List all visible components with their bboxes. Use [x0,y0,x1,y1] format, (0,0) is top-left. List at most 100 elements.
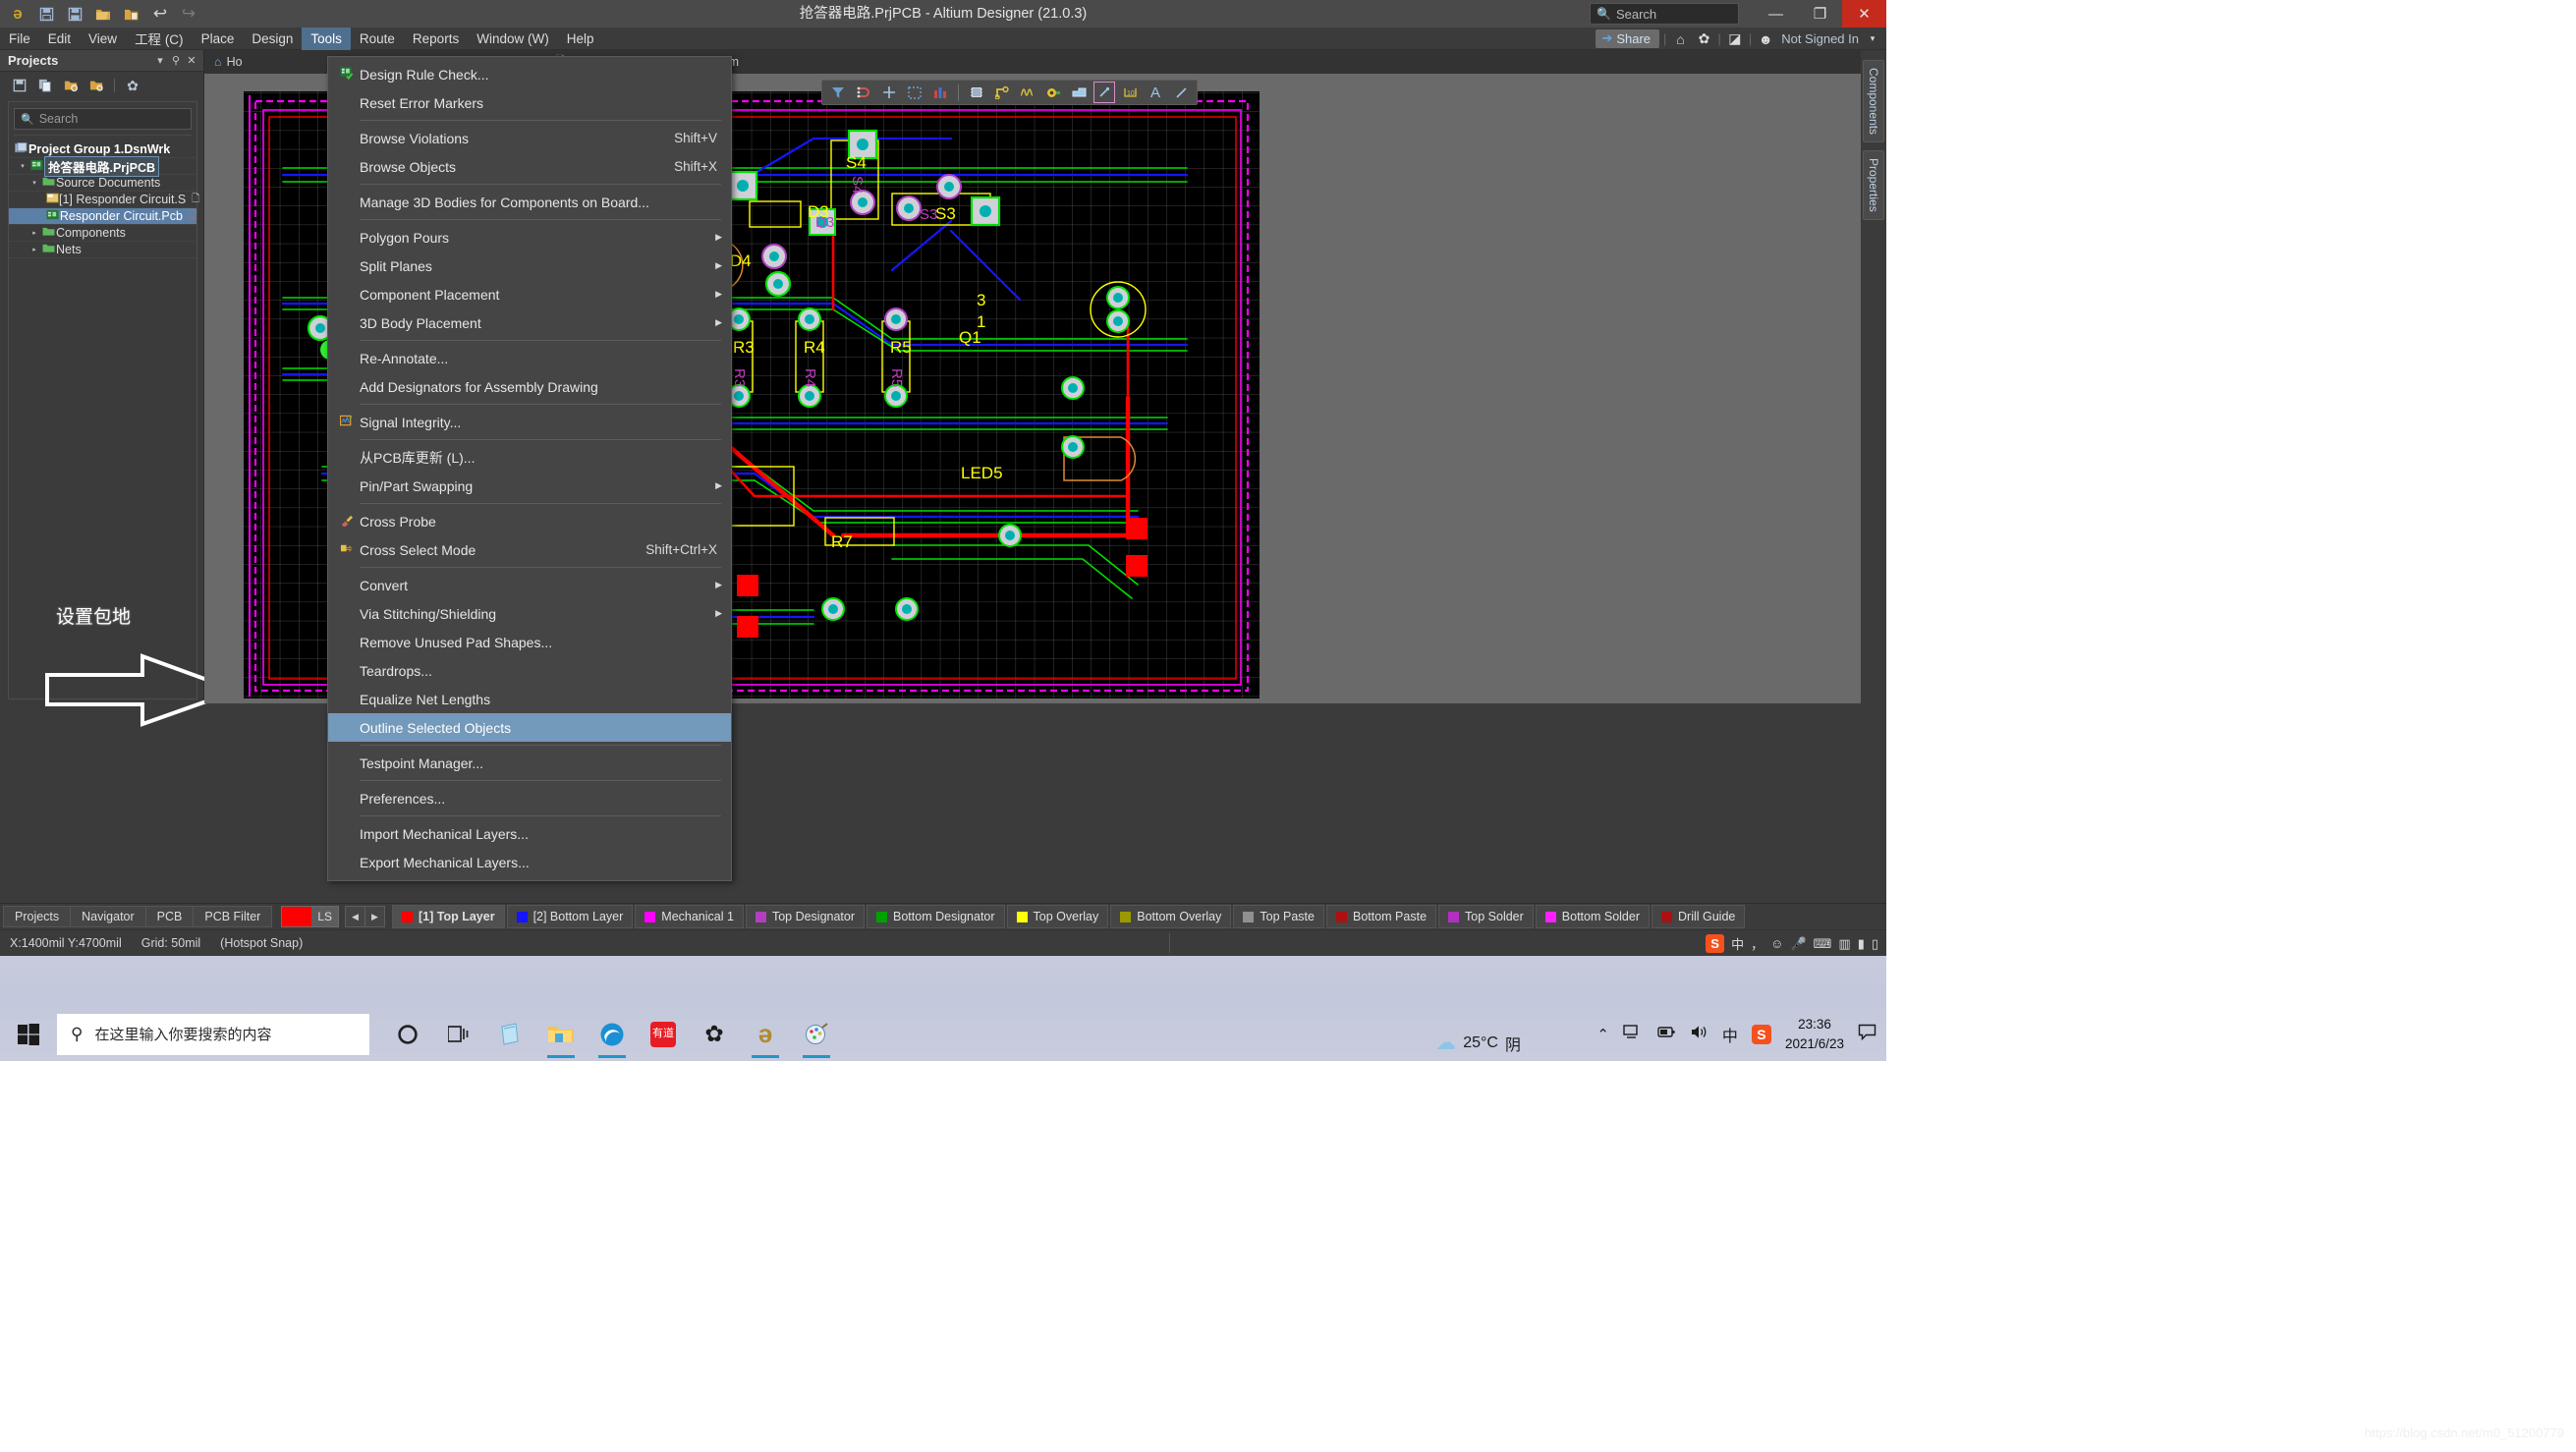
menu-item-cross-select-mode[interactable]: Cross Select Mode Shift+Ctrl+X [328,535,731,564]
save-all-icon[interactable] [62,2,87,26]
panel-tab-pcb[interactable]: PCB [144,906,195,927]
tools-dropdown-menu[interactable]: Design Rule Check... Reset Error Markers… [327,56,732,881]
notification-icon[interactable] [1858,1024,1876,1044]
save-project-icon[interactable] [12,78,28,93]
settings-gear-icon[interactable]: ✿ [694,1010,735,1059]
place-via-icon[interactable] [1042,82,1064,103]
voice-input-icon[interactable]: 🎤 [1790,936,1806,952]
menu-item-via-stitching-shielding[interactable]: Via Stitching/Shielding ▶ [328,599,731,628]
menu-item-manage-3d-bodies[interactable]: Manage 3D Bodies for Components on Board… [328,188,731,216]
chevron-down-icon[interactable]: ▾ [28,179,40,187]
menu-window[interactable]: Window (W) [468,28,558,50]
interactive-length-tuning-icon[interactable] [1017,82,1038,103]
menu-view[interactable]: View [80,28,126,50]
network-icon[interactable] [1623,1024,1642,1044]
menu-item-browse-violations[interactable]: Browse Violations Shift+V [328,124,731,152]
keyboard-icon[interactable]: ⌨ [1814,936,1832,952]
redo-icon[interactable]: ↪ [176,2,201,26]
open-project-icon[interactable] [119,2,144,26]
chevron-right-icon[interactable]: ▸ [28,246,40,253]
place-string-icon[interactable]: A [1145,82,1166,103]
layer-tab-drill-guide[interactable]: Drill Guide [1652,905,1746,928]
sogou-logo-icon[interactable]: S [1706,934,1725,953]
save-icon[interactable] [33,2,59,26]
chevron-down-icon[interactable]: ▾ [1863,33,1882,44]
battery-icon[interactable] [1655,1026,1676,1043]
layer-tab-top-paste[interactable]: Top Paste [1233,905,1324,928]
menu-item-update-from-pcb-library[interactable]: 从PCB库更新 (L)... [328,443,731,472]
menu-item-re-annotate[interactable]: Re-Annotate... [328,344,731,372]
undo-icon[interactable]: ↩ [147,2,173,26]
chevron-down-icon[interactable]: ▾ [17,162,28,170]
punctuation-icon[interactable]: ， [1751,934,1764,953]
minimize-button[interactable]: — [1754,0,1798,28]
volume-icon[interactable] [1690,1025,1708,1043]
scroll-left-button[interactable]: ◀ [345,906,365,927]
current-layer-color-box[interactable]: LS [281,906,339,927]
sogou-tray-icon[interactable]: S [1751,1024,1771,1044]
tree-item-project[interactable]: ▾ 抢答器电路.PrjPCB [9,155,196,177]
place-fill-icon[interactable] [1068,82,1090,103]
tab-properties[interactable]: Properties [1863,150,1884,220]
youdao-dict-icon[interactable]: 有道 [643,1010,684,1059]
place-component-icon[interactable] [966,82,987,103]
chevron-right-icon[interactable]: ▸ [28,229,40,237]
tree-item-nets[interactable]: ▸ Nets [9,242,196,258]
layer-tab-bottom-solder[interactable]: Bottom Solder [1535,905,1651,928]
more-icon[interactable]: ▯ [1872,936,1878,952]
share-button[interactable]: ➔ Share [1596,29,1660,48]
menu-design[interactable]: Design [243,28,302,50]
menu-item-component-placement[interactable]: Component Placement ▶ [328,280,731,308]
windows-start-icon[interactable] [0,1007,57,1061]
tree-item-source-documents[interactable]: ▾ Source Documents [9,175,196,192]
menu-item-reset-error-markers[interactable]: Reset Error Markers [328,88,731,117]
notifications-icon[interactable]: ◪ [1725,30,1745,47]
menu-place[interactable]: Place [193,28,244,50]
account-icon[interactable]: ☻ [1756,31,1775,47]
layer-tab-top-solder[interactable]: Top Solder [1438,905,1534,928]
crosshair-icon[interactable] [878,82,900,103]
tab-home[interactable]: ⌂ Ho [204,50,265,74]
menu-item-equalize-net-lengths[interactable]: Equalize Net Lengths [328,685,731,713]
filter-icon[interactable] [827,82,849,103]
menu-item-signal-integrity[interactable]: Signal Integrity... [328,408,731,436]
project-options-folder-icon[interactable] [88,78,104,93]
altium-designer-icon[interactable]: ə [745,1010,786,1059]
menu-item-remove-unused-pad-shapes[interactable]: Remove Unused Pad Shapes... [328,628,731,656]
layer-tab-bottom-layer[interactable]: [2] Bottom Layer [506,905,634,928]
menu-item-split-planes[interactable]: Split Planes ▶ [328,251,731,280]
toolbox-icon[interactable]: ▮ [1858,936,1865,952]
place-line-icon[interactable] [1093,82,1115,103]
open-folder-icon[interactable] [90,2,116,26]
menu-item-convert[interactable]: Convert ▶ [328,571,731,599]
panel-tab-pcb-filter[interactable]: PCB Filter [193,906,273,927]
layer-tab-top-overlay[interactable]: Top Overlay [1006,905,1109,928]
gear-icon[interactable]: ✿ [1694,30,1713,47]
layer-tab-top-layer[interactable]: [1] Top Layer [392,905,505,928]
cortana-icon[interactable] [387,1010,428,1059]
menu-file[interactable]: File [0,28,39,50]
route-track-icon[interactable] [991,82,1013,103]
menu-item-add-designators[interactable]: Add Designators for Assembly Drawing [328,372,731,401]
global-search-box[interactable]: 🔍 Search [1590,3,1739,25]
layer-stack-icon[interactable] [929,82,951,103]
menu-item-cross-probe[interactable]: Cross Probe [328,507,731,535]
maximize-button[interactable]: ❐ [1798,0,1842,28]
layer-tab-bottom-paste[interactable]: Bottom Paste [1325,905,1437,928]
layer-tab-bottom-overlay[interactable]: Bottom Overlay [1110,905,1232,928]
tree-item-components[interactable]: ▸ Components [9,225,196,242]
panel-tab-navigator[interactable]: Navigator [70,906,146,927]
show-hidden-icons-icon[interactable]: ⌃ [1596,1026,1609,1043]
pin-icon[interactable]: ⚲ [168,54,184,67]
chinese-mode-icon[interactable]: 中 [1731,934,1744,953]
ime-chinese-icon[interactable]: 中 [1722,1023,1738,1046]
close-icon[interactable]: ✕ [184,54,199,67]
emoji-icon[interactable]: ☺ [1770,936,1783,951]
tree-item-schematic-doc[interactable]: [1] Responder Circuit.S 🗋 [9,192,199,208]
altium-logo-icon[interactable]: ə [5,2,30,26]
search-input[interactable]: 🔍 Search [14,108,192,130]
menu-reports[interactable]: Reports [404,28,468,50]
menu-item-outline-selected-objects[interactable]: Outline Selected Objects [328,713,731,742]
tab-components[interactable]: Components [1863,60,1884,143]
layer-set-button[interactable]: LS [311,907,338,926]
